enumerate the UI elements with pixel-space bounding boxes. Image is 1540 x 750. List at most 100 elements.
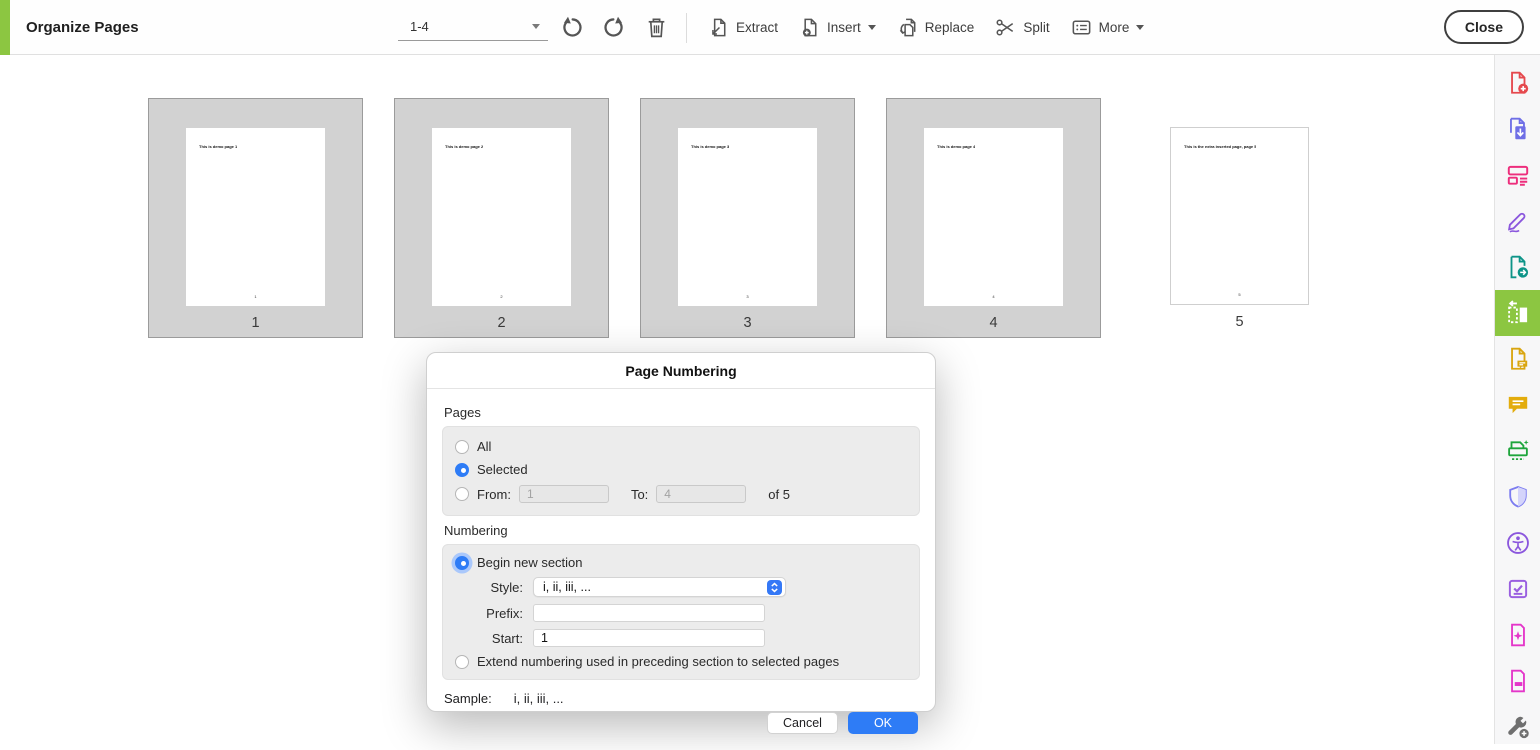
rotate-right-icon: [601, 15, 627, 41]
fill-and-sign-icon: [1505, 208, 1531, 234]
numbering-section-label: Numbering: [444, 523, 918, 538]
thumbnail-label: 5: [1235, 314, 1243, 330]
dialog-buttons: Cancel OK: [442, 712, 920, 734]
insert-label: Insert: [827, 20, 861, 35]
chevron-down-icon: [868, 25, 876, 30]
radio-row-from[interactable]: From: To: of 5: [455, 485, 907, 503]
accessibility-icon: [1505, 530, 1531, 556]
radio-row-all[interactable]: All: [455, 439, 907, 454]
sidebar-item-edit-pdf[interactable]: [1495, 152, 1540, 198]
page-body-text: This is demo page 4: [937, 145, 975, 149]
sidebar-item-prepare-form[interactable]: [1495, 566, 1540, 612]
compress-pdf-icon: [1505, 622, 1531, 648]
more-button[interactable]: More: [1070, 16, 1145, 39]
page-numbering-dialog: Page Numbering Pages All Selected From: …: [426, 352, 936, 712]
to-label: To:: [631, 487, 648, 502]
insert-button[interactable]: Insert: [798, 16, 876, 39]
sidebar-item-export-pdf[interactable]: [1495, 106, 1540, 152]
page-body-text: This is demo page 2: [445, 145, 483, 149]
selected-radio[interactable]: [455, 463, 469, 477]
all-radio[interactable]: [455, 440, 469, 454]
sidebar-item-add-tools[interactable]: [1495, 704, 1540, 750]
edit-pdf-icon: [1505, 162, 1531, 188]
extract-button[interactable]: Extract: [707, 16, 778, 39]
sidebar-item-redact[interactable]: [1495, 658, 1540, 704]
page-footer-number: 1: [186, 295, 325, 299]
delete-pages-button[interactable]: [638, 10, 674, 46]
page-note-icon: [1505, 346, 1531, 372]
page-thumbnail-4[interactable]: This is demo page 4 4 4: [886, 98, 1101, 338]
sidebar-item-fill-and-sign[interactable]: [1495, 198, 1540, 244]
style-select[interactable]: i, ii, iii, ...: [533, 577, 786, 597]
radio-row-selected[interactable]: Selected: [455, 462, 907, 477]
rotate-right-button[interactable]: [596, 10, 632, 46]
tool-accent-strip: [0, 0, 10, 55]
page-thumbnail-5[interactable]: This is the extra inserted page, page 5 …: [1132, 98, 1347, 338]
from-input[interactable]: [519, 485, 609, 503]
sidebar-item-comment[interactable]: [1495, 382, 1540, 428]
insert-page-icon: [798, 16, 821, 39]
rotate-left-button[interactable]: [554, 10, 590, 46]
more-options-icon: [1070, 16, 1093, 39]
prefix-row: Prefix:: [455, 604, 907, 622]
radio-row-begin-new-section[interactable]: Begin new section: [455, 555, 907, 570]
sidebar-item-create-pdf[interactable]: [1495, 60, 1540, 106]
toolbar-divider: [686, 13, 687, 43]
page-preview: This is demo page 1 1: [186, 128, 325, 306]
page-footer-number: 5: [1171, 293, 1308, 297]
create-pdf-icon: [1505, 70, 1531, 96]
close-button[interactable]: Close: [1444, 10, 1524, 44]
dialog-title: Page Numbering: [427, 353, 935, 389]
from-radio[interactable]: [455, 487, 469, 501]
sample-label: Sample:: [444, 691, 492, 706]
thumbnail-row: This is demo page 1 1 1 This is demo pag…: [148, 98, 1347, 338]
toolbar-controls: 1-4: [398, 0, 1154, 55]
from-label: From:: [477, 487, 511, 502]
page-thumbnail-3[interactable]: This is demo page 3 3 3: [640, 98, 855, 338]
send-file-icon: [1505, 254, 1531, 280]
sidebar-item-compress-pdf[interactable]: [1495, 612, 1540, 658]
sidebar-item-accessibility[interactable]: [1495, 520, 1540, 566]
start-input[interactable]: [533, 629, 765, 647]
radio-row-extend[interactable]: Extend numbering used in preceding secti…: [455, 654, 907, 669]
thumbnail-label: 4: [989, 315, 997, 331]
page-range-dropdown[interactable]: 1-4: [398, 14, 548, 41]
sidebar-item-scan-and-ocr[interactable]: [1495, 428, 1540, 474]
page-thumbnail-1[interactable]: This is demo page 1 1 1: [148, 98, 363, 338]
style-select-value: i, ii, iii, ...: [543, 580, 591, 594]
pages-section-label: Pages: [444, 405, 918, 420]
begin-new-section-radio[interactable]: [455, 556, 469, 570]
sidebar-item-attach-note[interactable]: [1495, 336, 1540, 382]
ok-button[interactable]: OK: [848, 712, 918, 734]
page-range-value: 1-4: [410, 19, 429, 34]
cancel-button[interactable]: Cancel: [767, 712, 838, 734]
to-input[interactable]: [656, 485, 746, 503]
page-thumbnail-2[interactable]: This is demo page 2 2 2: [394, 98, 609, 338]
prefix-input[interactable]: [533, 604, 765, 622]
sample-row: Sample: i, ii, iii, ...: [444, 691, 918, 706]
tool-title: Organize Pages: [26, 19, 139, 36]
replace-button[interactable]: Replace: [896, 16, 975, 39]
sidebar-item-send-file[interactable]: [1495, 244, 1540, 290]
style-label: Style:: [455, 580, 523, 595]
rotate-left-icon: [559, 15, 585, 41]
chevron-down-icon: [532, 24, 540, 29]
page-preview: This is the extra inserted page, page 5 …: [1170, 127, 1309, 305]
export-pdf-icon: [1505, 116, 1531, 142]
extend-numbering-radio[interactable]: [455, 655, 469, 669]
trash-icon: [644, 15, 669, 40]
page-body-text: This is the extra inserted page, page 5: [1184, 145, 1256, 149]
split-button[interactable]: Split: [994, 16, 1049, 39]
page-preview: This is demo page 3 3: [678, 128, 817, 306]
page-body-text: This is demo page 3: [691, 145, 729, 149]
page-preview: This is demo page 2 2: [432, 128, 571, 306]
extend-numbering-label: Extend numbering used in preceding secti…: [477, 654, 839, 669]
scissors-icon: [994, 16, 1017, 39]
extract-page-icon: [707, 16, 730, 39]
sidebar-item-organize-pages[interactable]: [1495, 290, 1540, 336]
prefix-label: Prefix:: [455, 606, 523, 621]
page-footer-number: 2: [432, 295, 571, 299]
replace-label: Replace: [925, 20, 975, 35]
tools-sidebar: [1494, 55, 1540, 744]
sidebar-item-protect[interactable]: [1495, 474, 1540, 520]
